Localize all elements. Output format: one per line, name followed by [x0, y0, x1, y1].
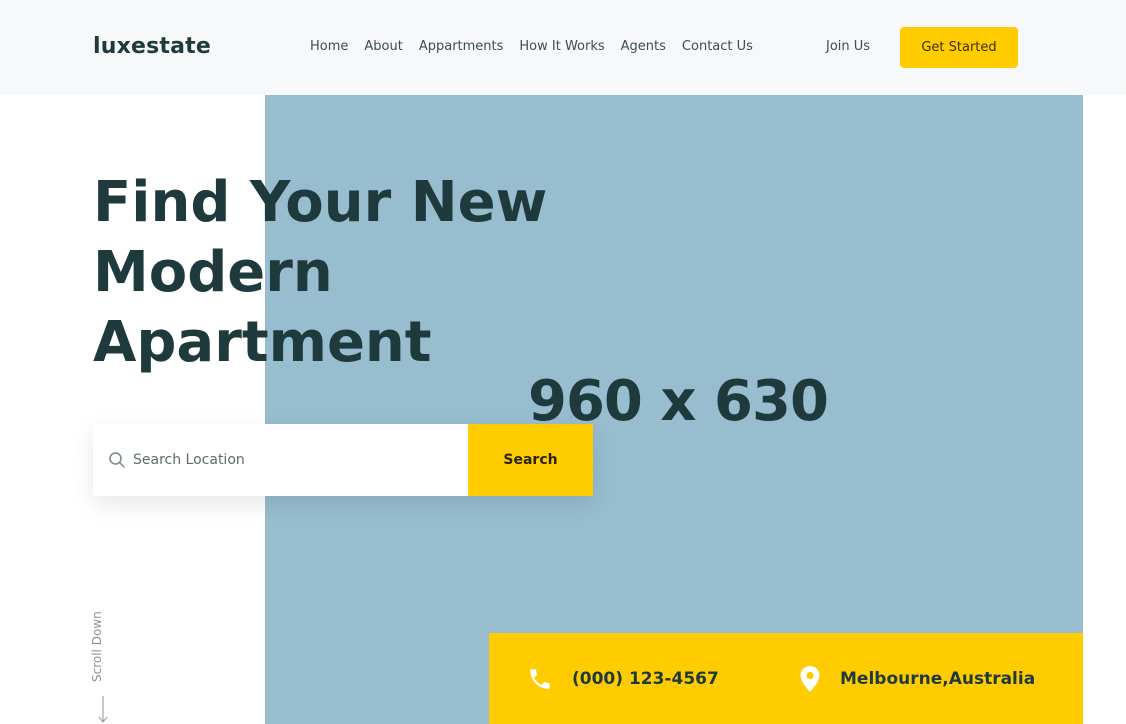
nav-item-how-it-works[interactable]: How It Works [519, 38, 604, 56]
search-icon [108, 451, 126, 469]
scroll-down-indicator[interactable]: Scroll Down [89, 600, 117, 724]
map-pin-icon [796, 665, 824, 693]
contact-phone[interactable]: (000) 123-4567 [526, 665, 719, 693]
brand-logo[interactable]: luxestate [93, 33, 211, 61]
main-nav: Home About Appartments How It Works Agen… [310, 38, 769, 56]
phone-icon [526, 665, 554, 693]
nav-item-home[interactable]: Home [310, 38, 348, 56]
location-text: Melbourne,Australia [840, 669, 1036, 689]
join-us-link[interactable]: Join Us [826, 38, 870, 56]
search-bar: Search [93, 424, 593, 496]
hero-headline: Find Your New Modern Apartment [93, 170, 548, 375]
arrow-down-icon [97, 696, 109, 724]
get-started-button[interactable]: Get Started [900, 27, 1018, 68]
scroll-down-label: Scroll Down [90, 611, 104, 682]
nav-item-about[interactable]: About [364, 38, 402, 56]
search-button[interactable]: Search [468, 424, 593, 496]
contact-info-bar: (000) 123-4567 Melbourne,Australia [489, 633, 1083, 724]
contact-location[interactable]: Melbourne,Australia [796, 665, 1035, 693]
site-header: luxestate Home About Appartments How It … [0, 0, 1126, 95]
nav-item-agents[interactable]: Agents [621, 38, 666, 56]
phone-number: (000) 123-4567 [572, 669, 719, 689]
nav-item-contact-us[interactable]: Contact Us [682, 38, 753, 56]
search-field-wrapper [93, 424, 468, 496]
search-location-input[interactable] [93, 424, 468, 496]
nav-item-apartments[interactable]: Appartments [419, 38, 504, 56]
